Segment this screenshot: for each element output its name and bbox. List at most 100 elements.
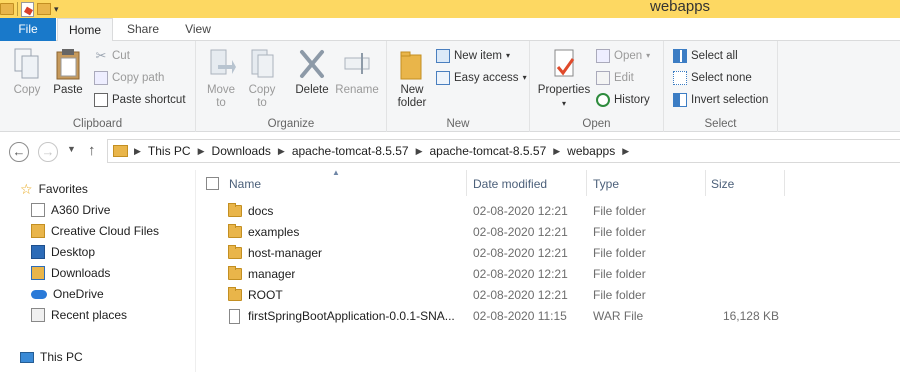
breadcrumb-webapps[interactable]: webapps <box>567 144 615 158</box>
customize-toolbar-icon[interactable]: ▾ <box>54 4 59 15</box>
new-folder-icon[interactable] <box>37 3 51 15</box>
column-header-name[interactable]: Name <box>229 174 261 194</box>
tab-share[interactable]: Share <box>116 18 170 41</box>
file-size: 16,128 KB <box>722 309 779 323</box>
new-folder-label: New <box>400 84 424 96</box>
breadcrumb-separator-icon[interactable]: ▶ <box>278 146 285 157</box>
back-arrow-icon[interactable]: ← <box>9 142 29 162</box>
column-header-type[interactable]: Type <box>593 174 619 194</box>
properties-icon[interactable] <box>21 1 34 17</box>
select-all-checkbox[interactable] <box>206 177 219 190</box>
folder-icon <box>228 203 242 217</box>
nav-item-creative-cloud-files[interactable]: Creative Cloud Files <box>31 221 159 241</box>
easy-access-button[interactable]: Easy access ▾ <box>436 69 527 87</box>
nav-favorites[interactable]: ☆ Favorites <box>20 179 88 199</box>
file-type: WAR File <box>593 309 644 323</box>
nav-this-pc[interactable]: This PC <box>20 347 83 367</box>
paste-shortcut-button[interactable]: Paste shortcut <box>94 91 186 109</box>
copy-label: Copy <box>13 84 41 96</box>
breadcrumb-separator-icon[interactable]: ▶ <box>416 146 423 157</box>
breadcrumb-apache-tomcat-inner[interactable]: apache-tomcat-8.5.57 <box>430 144 547 158</box>
table-row[interactable]: firstSpringBootApplication-0.0.1-SNA... … <box>196 306 900 327</box>
breadcrumb-this-pc[interactable]: This PC <box>148 144 191 158</box>
select-all-button[interactable]: Select all <box>673 47 738 65</box>
tab-view[interactable]: View <box>172 18 224 41</box>
breadcrumb-separator-icon[interactable]: ▶ <box>134 146 141 157</box>
column-header-date-modified[interactable]: Date modified <box>473 174 547 194</box>
copy-path-button[interactable]: Copy path <box>94 69 164 87</box>
file-type: File folder <box>593 246 646 260</box>
file-type: File folder <box>593 225 646 239</box>
tab-home[interactable]: Home <box>57 18 113 42</box>
history-label: History <box>614 94 650 106</box>
recent-locations-chevron-icon[interactable]: ▼ <box>67 144 76 154</box>
column-divider[interactable] <box>784 170 785 196</box>
clipboard-group-label: Clipboard <box>72 118 123 130</box>
table-row[interactable]: docs 02-08-2020 12:21 File folder <box>196 201 900 222</box>
table-row[interactable]: host-manager 02-08-2020 12:21 File folde… <box>196 243 900 264</box>
open-group-label: Open <box>582 118 611 130</box>
delete-button[interactable]: Delete <box>292 47 332 97</box>
paste-button[interactable]: Paste <box>50 47 86 97</box>
breadcrumb-downloads[interactable]: Downloads <box>212 144 271 158</box>
cut-label: Cut <box>112 50 130 62</box>
window-title: webapps <box>650 0 711 15</box>
file-type: File folder <box>593 267 646 281</box>
clipboard-group: Copy Paste ✂ Cut Copy path Paste shortcu… <box>0 41 196 132</box>
column-header-size[interactable]: Size <box>711 174 734 194</box>
nav-item-downloads[interactable]: Downloads <box>31 263 110 283</box>
file-date: 02-08-2020 11:15 <box>473 309 567 323</box>
nav-item-recent-places[interactable]: Recent places <box>31 305 127 325</box>
select-all-icon <box>673 49 687 63</box>
table-row[interactable]: examples 02-08-2020 12:21 File folder <box>196 222 900 243</box>
properties-button[interactable]: Properties ▾ <box>537 47 591 110</box>
up-arrow-icon[interactable]: ↑ <box>88 142 96 159</box>
delete-label: Delete <box>295 84 329 96</box>
new-folder-button[interactable]: New folder <box>394 47 430 110</box>
folder-icon[interactable] <box>0 3 14 15</box>
move-to-button[interactable]: Move to <box>203 47 239 110</box>
move-to-label-2: to <box>216 97 226 109</box>
breadcrumb-separator-icon[interactable]: ▶ <box>553 146 560 157</box>
edit-button[interactable]: Edit <box>596 69 634 87</box>
paste-shortcut-icon <box>94 93 108 107</box>
copy-path-label: Copy path <box>112 72 165 84</box>
address-bar[interactable]: ▶ This PC ▶ Downloads ▶ apache-tomcat-8.… <box>107 139 900 163</box>
ribbon: Copy Paste ✂ Cut Copy path Paste shortcu… <box>0 41 900 132</box>
forward-arrow-icon[interactable]: → <box>38 142 58 162</box>
copy-path-icon <box>94 71 108 85</box>
nav-item-a360-drive[interactable]: A360 Drive <box>31 200 110 220</box>
cut-button[interactable]: ✂ Cut <box>94 47 130 65</box>
breadcrumb-apache-tomcat[interactable]: apache-tomcat-8.5.57 <box>292 144 409 158</box>
select-all-label: Select all <box>691 50 738 62</box>
file-date: 02-08-2020 12:21 <box>473 267 568 281</box>
history-icon <box>596 93 610 107</box>
invert-selection-button[interactable]: Invert selection <box>673 91 768 109</box>
copy-to-button[interactable]: Copy to <box>244 47 280 110</box>
select-none-button[interactable]: Select none <box>673 69 752 87</box>
open-dropdown-icon: ▾ <box>646 51 651 60</box>
move-to-label: Move <box>206 84 236 96</box>
nav-item-onedrive[interactable]: OneDrive <box>31 284 104 304</box>
table-row[interactable]: manager 02-08-2020 12:21 File folder <box>196 264 900 285</box>
properties-icon <box>554 49 575 77</box>
rename-button[interactable]: Rename <box>334 47 380 97</box>
table-row[interactable]: ROOT 02-08-2020 12:21 File folder <box>196 285 900 306</box>
invert-selection-icon <box>673 93 687 107</box>
copy-icon <box>14 48 39 79</box>
new-item-button[interactable]: New item ▾ <box>436 47 510 65</box>
column-divider[interactable] <box>705 170 706 196</box>
column-divider[interactable] <box>466 170 467 196</box>
quick-access-toolbar: ▾ <box>0 0 59 18</box>
breadcrumb-separator-icon[interactable]: ▶ <box>198 146 205 157</box>
folder-icon <box>228 224 242 238</box>
copy-button[interactable]: Copy <box>9 47 45 97</box>
nav-item-desktop[interactable]: Desktop <box>31 242 95 262</box>
column-divider[interactable] <box>586 170 587 196</box>
invert-selection-label: Invert selection <box>691 94 769 106</box>
history-button[interactable]: History <box>596 91 650 109</box>
breadcrumb-separator-icon[interactable]: ▶ <box>622 146 629 157</box>
easy-access-dropdown-icon: ▾ <box>522 73 527 82</box>
open-button[interactable]: Open ▾ <box>596 47 650 65</box>
tab-file[interactable]: File <box>0 18 56 41</box>
